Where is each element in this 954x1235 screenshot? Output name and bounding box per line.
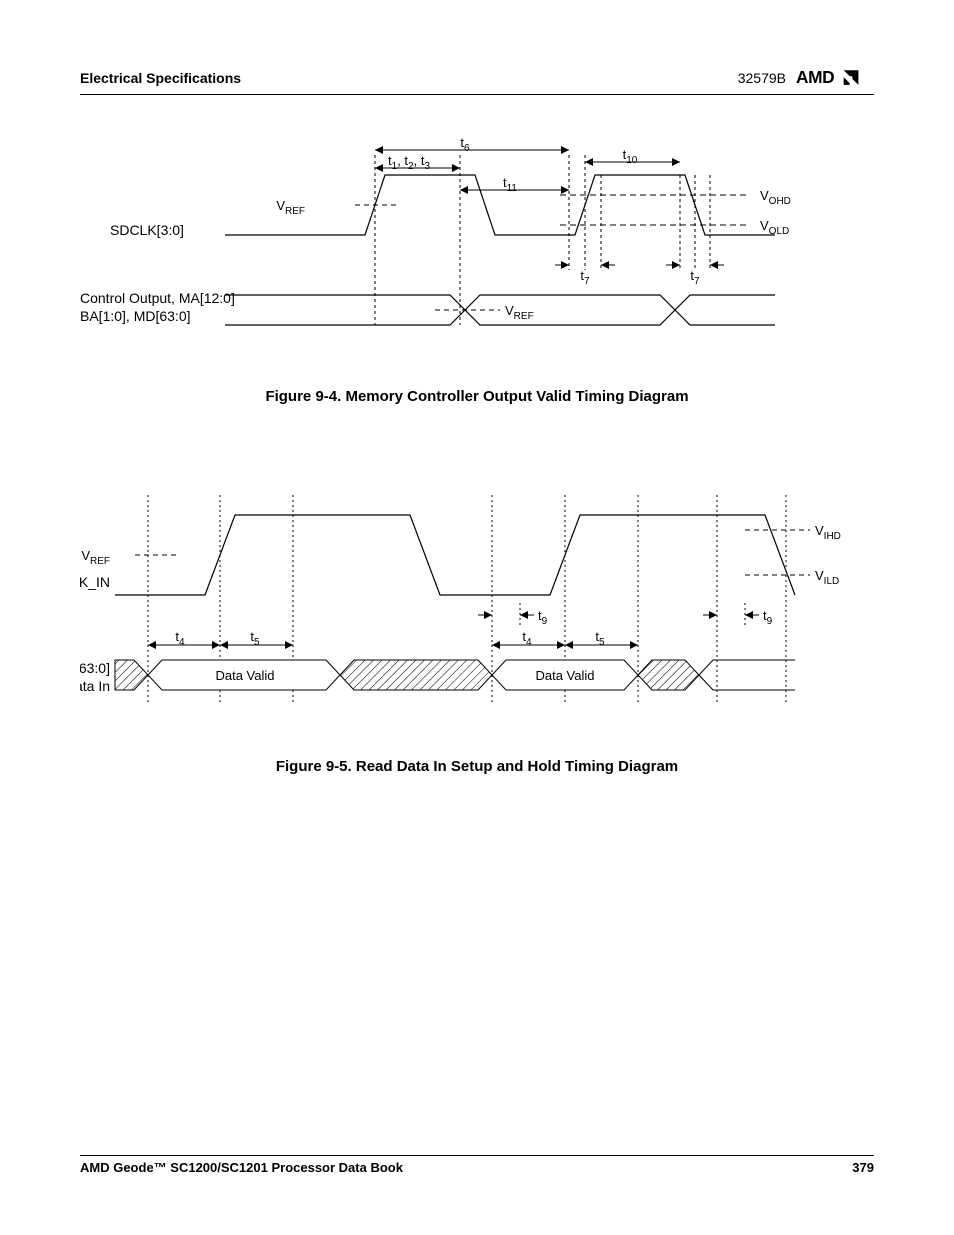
svg-text:Data Valid: Data Valid [215,668,274,683]
svg-text:t6: t6 [460,135,470,154]
figure-9-5-caption: Figure 9-5. Read Data In Setup and Hold … [80,758,874,775]
amd-logo: AMD [796,68,874,88]
figure-9-4: t6 t1, t2, t3 t11 t10 t7 [80,135,874,405]
header-docid: 32579B [738,70,786,86]
page-footer: AMD Geode™ SC1200/SC1201 Processor Data … [80,1155,874,1175]
figure-9-5: t4 t5 t4 t5 t9 t9 [80,495,874,775]
svg-text:AMD: AMD [796,68,834,87]
page-header: Electrical Specifications 32579B AMD [80,68,874,95]
figure-9-4-caption: Figure 9-4. Memory Controller Output Val… [80,388,874,405]
md-label: MD[63:0] [80,660,110,676]
sdclkin-label: SDCLK_IN [80,574,110,590]
svg-text:t7: t7 [580,268,590,287]
svg-text:t11: t11 [503,175,517,194]
svg-text:t10: t10 [623,147,638,166]
svg-text:VREF: VREF [81,548,110,567]
svg-text:VREF: VREF [505,303,534,322]
svg-text:Data Valid: Data Valid [535,668,594,683]
header-section: Electrical Specifications [80,70,241,86]
svg-text:VOLD: VOLD [760,218,789,237]
svg-text:t1, t2, t3: t1, t2, t3 [388,153,430,172]
ctrl-label-2: BA[1:0], MD[63:0] [80,308,191,324]
svg-text:t9: t9 [763,608,773,627]
sdclk-label: SDCLK[3:0] [110,222,184,238]
svg-text:t9: t9 [538,608,548,627]
ctrl-label-1: Control Output, MA[12:0] [80,290,235,306]
svg-text:t7: t7 [690,268,700,287]
svg-text:VOHD: VOHD [760,188,791,207]
footer-page: 379 [852,1160,874,1175]
svg-text:VREF: VREF [276,198,305,217]
readin-label: Read Data In [80,678,110,694]
svg-text:VILD: VILD [815,568,839,587]
footer-title: AMD Geode™ SC1200/SC1201 Processor Data … [80,1160,403,1175]
svg-text:VIHD: VIHD [815,523,841,542]
